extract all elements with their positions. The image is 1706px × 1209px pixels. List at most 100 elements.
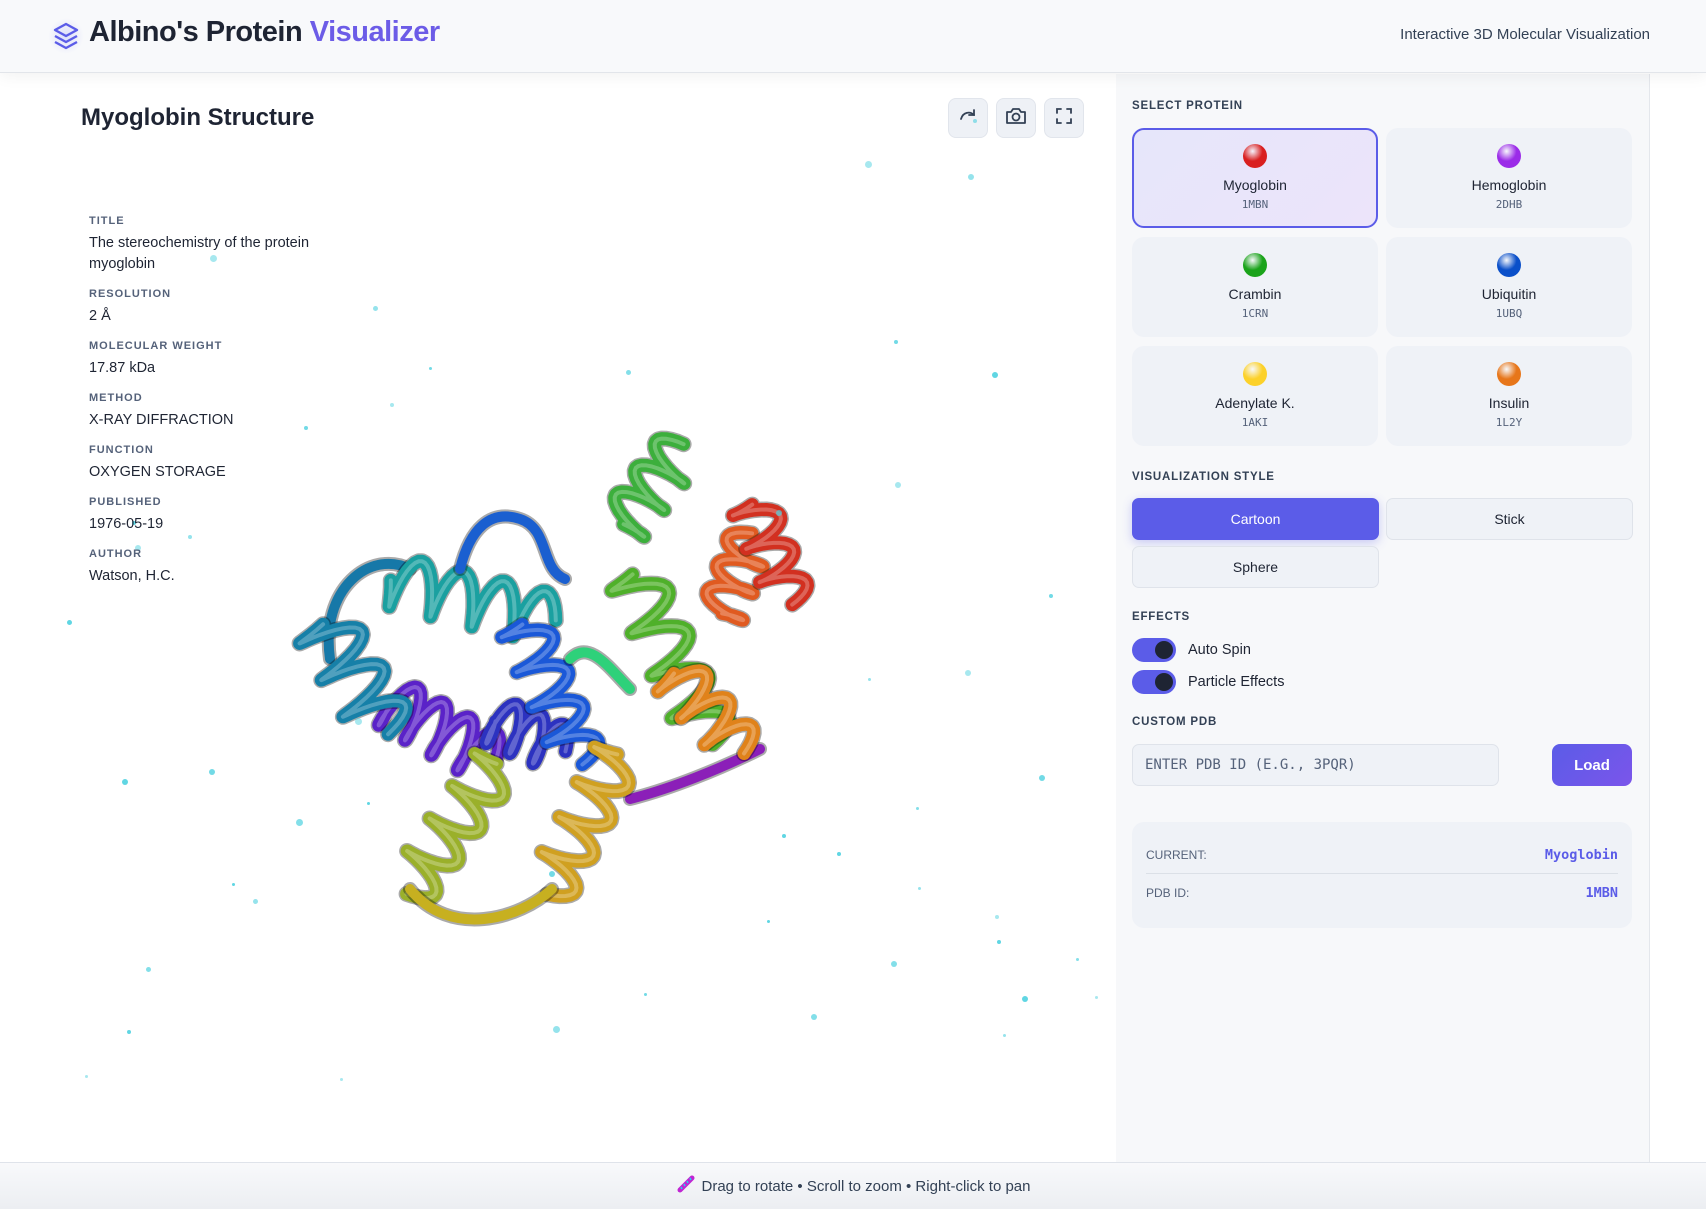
particle	[553, 1026, 560, 1033]
molecule-viewer[interactable]: Myoglobin Structure TITLE The stereochemi…	[0, 74, 1116, 1162]
particle	[373, 306, 378, 311]
particle	[232, 883, 235, 886]
particle	[1076, 958, 1079, 961]
protein-pdb-id: 2DHB	[1495, 198, 1523, 211]
info-value: Watson, H.C.	[89, 568, 175, 584]
particle	[127, 1030, 131, 1034]
particle	[296, 819, 303, 826]
dna-icon	[676, 1174, 696, 1198]
particle	[549, 871, 555, 877]
info-label: AUTHOR	[89, 548, 143, 560]
protein-color-icon	[1497, 253, 1521, 277]
style-stick-button[interactable]: Stick	[1386, 498, 1633, 540]
protein-name: Adenylate K.	[1215, 395, 1295, 411]
particle	[340, 1078, 343, 1081]
info-value: X-RAY DIFFRACTION	[89, 412, 234, 428]
protein-name: Hemoglobin	[1471, 177, 1547, 193]
particle	[209, 769, 215, 775]
auto-spin-toggle[interactable]	[1132, 638, 1176, 662]
particle	[367, 802, 370, 805]
particle	[429, 367, 432, 370]
particle	[146, 967, 151, 972]
info-label: FUNCTION	[89, 444, 154, 456]
info-value: 17.87 kDa	[89, 360, 156, 376]
protein-color-icon	[1243, 362, 1267, 386]
particle	[1039, 775, 1045, 781]
particle	[782, 834, 786, 838]
info-value: 2 Å	[89, 308, 111, 324]
protein-pdb-id: 1L2Y	[1495, 416, 1523, 429]
pdb-id-input[interactable]	[1132, 744, 1499, 786]
protein-pdb-id: 1UBQ	[1495, 307, 1523, 320]
auto-spin-toggle-row[interactable]: Auto Spin	[1132, 638, 1251, 662]
particle	[895, 482, 901, 488]
particle	[918, 887, 921, 890]
particle	[767, 920, 770, 923]
protein-ribbon-model[interactable]	[290, 419, 890, 959]
footer-hint-bar: Drag to rotate • Scroll to zoom • Right-…	[0, 1162, 1706, 1209]
particle	[1095, 996, 1098, 999]
screenshot-button[interactable]	[996, 98, 1036, 138]
protein-pdb-id: 1MBN	[1241, 198, 1269, 211]
protein-pdb-id: 1CRN	[1241, 307, 1269, 320]
effects-label: EFFECTS	[1132, 611, 1190, 623]
app-title: Albino's Protein Visualizer	[89, 16, 440, 48]
particle	[253, 899, 258, 904]
custom-pdb-label: CUSTOM PDB	[1132, 716, 1218, 728]
pdb-id-label: PDB ID:	[1146, 886, 1190, 900]
structure-title: Myoglobin Structure	[81, 104, 315, 131]
particle	[1003, 1034, 1006, 1037]
info-value: 1976-05-19	[89, 516, 164, 532]
protein-card-insulin[interactable]: Insulin 1L2Y	[1386, 346, 1632, 446]
load-button[interactable]: Load	[1552, 744, 1632, 786]
loop-green-light	[563, 645, 637, 696]
control-sidebar: SELECT PROTEIN Myoglobin 1MBN Hemoglobin 2D…	[1116, 74, 1650, 1162]
particle	[67, 620, 72, 625]
protein-card-crambin[interactable]: Crambin 1CRN	[1132, 237, 1378, 337]
style-cartoon-button[interactable]: Cartoon	[1132, 498, 1379, 540]
helix-green-top	[606, 430, 693, 545]
protein-color-icon	[1243, 253, 1267, 277]
info-label: METHOD	[89, 392, 143, 404]
pdb-id-value: 1MBN	[1585, 885, 1618, 901]
particle	[644, 993, 647, 996]
particle	[916, 807, 919, 810]
protein-name: Insulin	[1488, 395, 1530, 411]
particle	[997, 940, 1001, 944]
particle	[968, 174, 974, 180]
particle	[390, 403, 394, 407]
info-label: PUBLISHED	[89, 496, 162, 508]
app-header: Albino's Protein Visualizer Interactive …	[0, 0, 1706, 73]
style-sphere-button[interactable]: Sphere	[1132, 546, 1379, 588]
current-status-panel: CURRENT: Myoglobin PDB ID: 1MBN	[1132, 822, 1632, 928]
layers-logo-icon	[48, 18, 84, 54]
particle	[811, 1014, 817, 1020]
particle	[85, 1075, 88, 1078]
particle	[865, 161, 872, 168]
rotate-button[interactable]	[948, 98, 988, 138]
current-value: Myoglobin	[1544, 846, 1618, 863]
particle	[1049, 594, 1053, 598]
rotate-icon	[958, 106, 978, 131]
protein-pdb-id: 1AKI	[1241, 416, 1269, 429]
protein-card-myoglobin[interactable]: Myoglobin 1MBN	[1132, 128, 1378, 228]
protein-card-ubiquitin[interactable]: Ubiquitin 1UBQ	[1386, 237, 1632, 337]
fullscreen-button[interactable]	[1044, 98, 1084, 138]
select-protein-label: SELECT PROTEIN	[1132, 100, 1243, 112]
footer-hint-text: Drag to rotate • Scroll to zoom • Right-…	[701, 1177, 1031, 1195]
particle-effects-toggle[interactable]	[1132, 670, 1176, 694]
particle	[1022, 996, 1028, 1002]
particle	[868, 678, 871, 681]
current-label: CURRENT:	[1146, 847, 1207, 862]
loop-blue	[453, 509, 572, 586]
camera-icon	[1005, 106, 1027, 131]
info-label: MOLECULAR WEIGHT	[89, 340, 223, 352]
protein-info-panel: TITLE The stereochemistry of the protein …	[89, 202, 349, 587]
particle-effects-toggle-row[interactable]: Particle Effects	[1132, 670, 1284, 694]
protein-color-icon	[1243, 144, 1267, 168]
particle-effects-label: Particle Effects	[1188, 674, 1285, 690]
particle	[355, 718, 362, 725]
app-subtitle: Interactive 3D Molecular Visualization	[1400, 26, 1650, 43]
protein-card-adenylate-k[interactable]: Adenylate K. 1AKI	[1132, 346, 1378, 446]
protein-card-hemoglobin[interactable]: Hemoglobin 2DHB	[1386, 128, 1632, 228]
